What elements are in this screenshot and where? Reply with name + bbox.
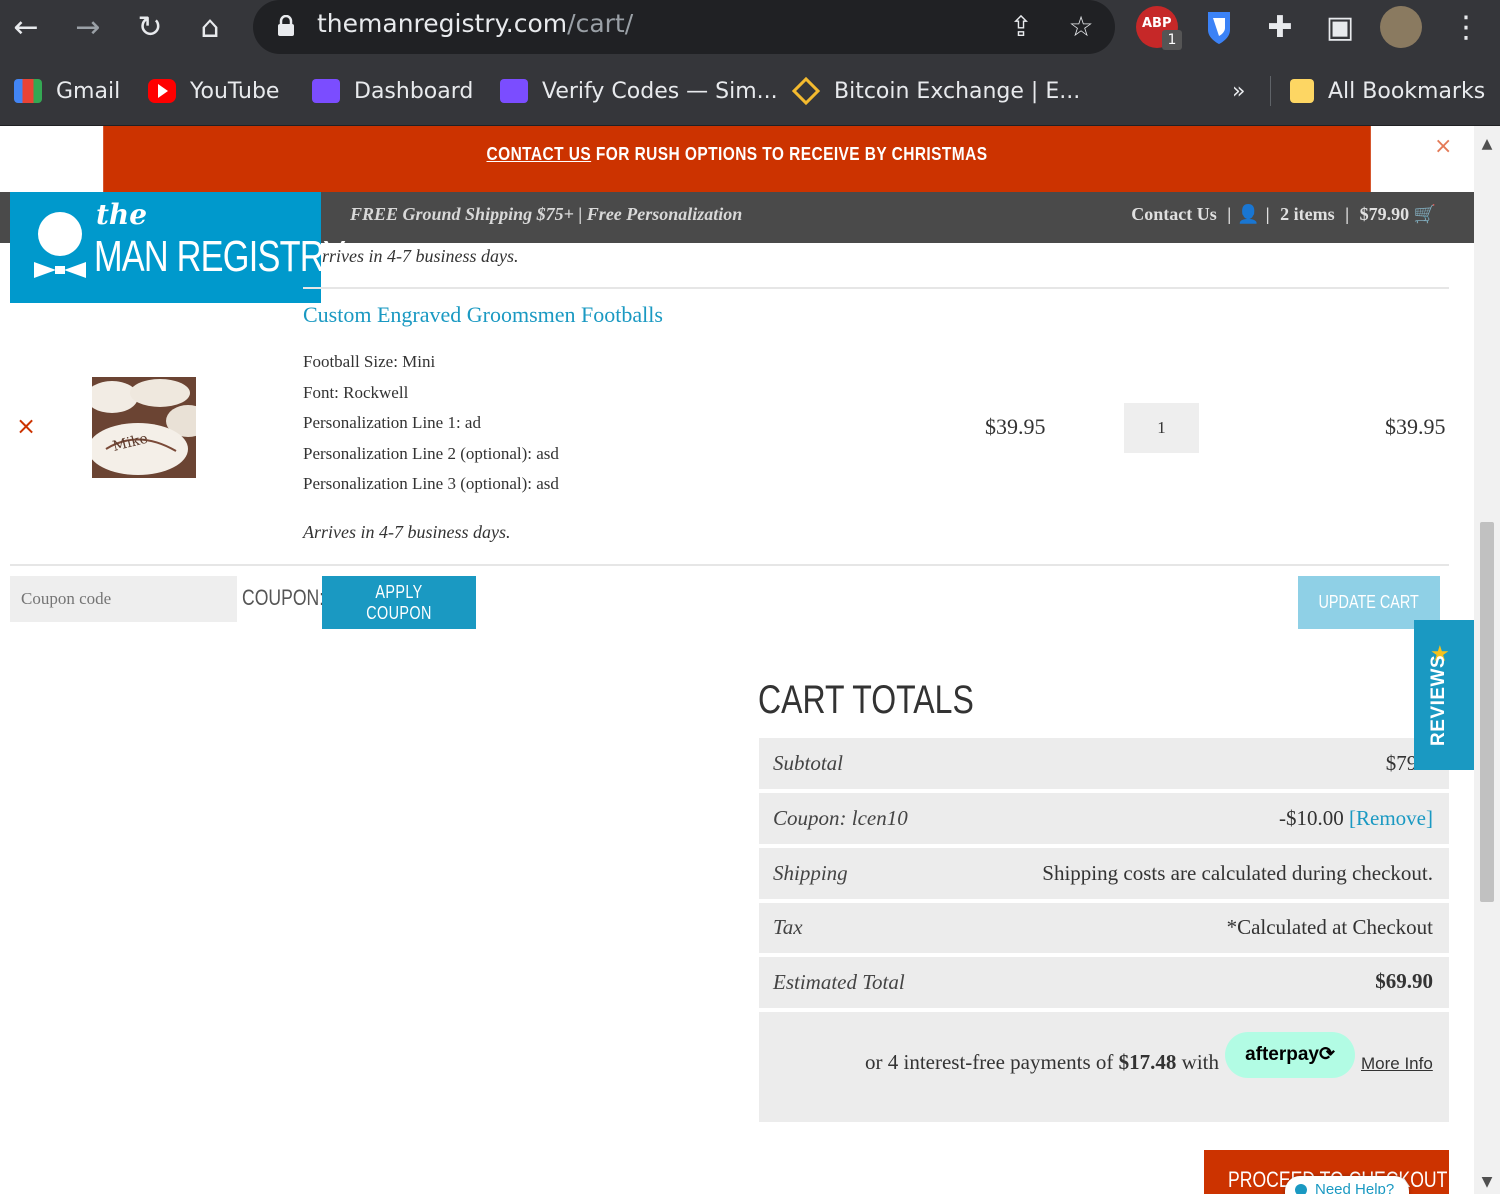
share-icon[interactable]: ⇪ xyxy=(1001,7,1041,47)
back-arrow-icon[interactable]: ← xyxy=(6,8,46,48)
side-panel-icon[interactable]: ▣ xyxy=(1320,8,1360,48)
logo-the: the xyxy=(96,198,148,231)
extensions-puzzle-icon[interactable]: ✚ xyxy=(1260,8,1300,48)
estimated-total-value: $69.90 xyxy=(1375,969,1433,993)
bookmark-youtube[interactable]: YouTube xyxy=(148,74,279,108)
bowtie-icon xyxy=(34,262,86,278)
coupon-label: COUPON: xyxy=(242,585,325,610)
verify-codes-icon xyxy=(500,79,528,103)
all-bookmarks[interactable]: All Bookmarks xyxy=(1290,74,1485,108)
estimated-total-label: Estimated Total xyxy=(773,970,905,994)
bookmarks-bar: Gmail YouTube Dashboard Verify Codes — S… xyxy=(0,56,1500,126)
shipping-label: Shipping xyxy=(773,861,848,885)
totals-row-shipping: Shipping Shipping costs are calculated d… xyxy=(759,848,1449,903)
reviews-side-tab[interactable]: ★ REVIEWS xyxy=(1414,620,1474,770)
browser-toolbar: ← → ↻ ⌂ themanregistry.com/cart/ ⇪ ☆ ABP… xyxy=(0,0,1500,56)
logo-name: MAN REGISTRY xyxy=(94,232,346,281)
home-icon[interactable]: ⌂ xyxy=(190,8,230,48)
afterpay-row: or 4 interest-free payments of $17.48 wi… xyxy=(759,1012,1449,1122)
product-name-link[interactable]: Custom Engraved Groomsmen Footballs xyxy=(303,302,663,328)
coupon-discount-value: -$10.00 xyxy=(1279,806,1344,830)
url-text[interactable]: themanregistry.com/cart/ xyxy=(317,9,633,38)
promo-close-icon[interactable]: × xyxy=(1434,134,1452,159)
remove-item-icon[interactable]: × xyxy=(16,412,36,440)
scrollbar-thumb[interactable] xyxy=(1480,522,1494,902)
item-divider-top xyxy=(303,287,1449,289)
bookmarks-divider xyxy=(1270,76,1271,106)
profile-avatar[interactable] xyxy=(1380,6,1422,48)
totals-row-estimated-total: Estimated Total $69.90 xyxy=(759,957,1449,1012)
scroll-down-arrow-icon[interactable]: ▼ xyxy=(1479,1174,1495,1190)
header-cart-items[interactable]: 2 items xyxy=(1280,204,1334,224)
web-page: CONTACT US FOR RUSH OPTIONS TO RECEIVE B… xyxy=(0,126,1474,1194)
gmail-icon xyxy=(14,79,42,103)
item-option-line-1: Personalization Line 1: ad xyxy=(303,413,481,432)
totals-row-coupon: Coupon: lcen10 -$10.00 [Remove] xyxy=(759,793,1449,848)
item-arrival-note: Arrives in 4-7 business days. xyxy=(303,522,511,542)
quantity-input[interactable] xyxy=(1124,403,1199,453)
totals-row-tax: Tax *Calculated at Checkout xyxy=(759,903,1449,957)
folder-icon xyxy=(1290,79,1314,103)
totals-row-subtotal: Subtotal $79.9 xyxy=(759,738,1449,793)
item-subtotal: $39.95 xyxy=(1385,414,1446,439)
site-logo[interactable]: the MAN REGISTRY xyxy=(10,192,346,309)
lock-icon[interactable] xyxy=(277,15,295,37)
need-help-chat-button[interactable]: Need Help? xyxy=(1285,1176,1409,1194)
coupon-applied-label: Coupon: lcen10 xyxy=(773,806,908,830)
bookmarks-overflow-chevron-icon[interactable]: » xyxy=(1232,74,1245,108)
bookmark-verify-codes[interactable]: Verify Codes — Sim... xyxy=(500,74,778,108)
item-divider-bottom xyxy=(10,564,1449,566)
item-option-line-2: Personalization Line 2 (optional): asd xyxy=(303,444,559,463)
tax-value: *Calculated at Checkout xyxy=(1226,915,1433,939)
bookmark-dashboard[interactable]: Dashboard xyxy=(312,74,473,108)
menu-kebab-icon[interactable]: ⋮ xyxy=(1446,8,1486,48)
reload-icon[interactable]: ↻ xyxy=(130,8,170,48)
header-contact-link[interactable]: Contact Us xyxy=(1131,204,1217,224)
item-option-font: Font: Rockwell xyxy=(303,383,409,402)
bookmark-gmail[interactable]: Gmail xyxy=(14,74,120,108)
item-option-size: Football Size: Mini xyxy=(303,352,436,371)
afterpay-logo: afterpay⟳ xyxy=(1225,1032,1355,1078)
youtube-icon xyxy=(148,79,176,103)
header-links: Contact Us | 👤 | 2 items | $79.90 🛒 xyxy=(1131,204,1436,224)
extension-badge: 1 xyxy=(1162,30,1182,50)
product-thumbnail[interactable]: Mike xyxy=(92,377,196,478)
afterpay-more-info-link[interactable]: More Info xyxy=(1361,1054,1433,1074)
item-option-line-3: Personalization Line 3 (optional): asd xyxy=(303,474,559,493)
coupon-code-input[interactable] xyxy=(10,576,237,622)
header-tagline: FREE Ground Shipping $75+ | Free Persona… xyxy=(350,204,743,224)
page-scrollbar[interactable]: ▲ ▼ xyxy=(1474,126,1500,1194)
remove-coupon-link[interactable]: [Remove] xyxy=(1349,806,1433,830)
cart-totals-title: CART TOTALS xyxy=(758,678,974,722)
logo-scallop-edge xyxy=(10,297,321,309)
chat-status-icon xyxy=(1295,1184,1307,1194)
address-bar[interactable]: themanregistry.com/cart/ ⇪ ☆ xyxy=(253,0,1115,54)
cart-icon[interactable]: 🛒 xyxy=(1414,204,1436,224)
logo-head-icon xyxy=(38,212,82,256)
afterpay-amount: $17.48 xyxy=(1118,1050,1177,1074)
bookmark-star-icon[interactable]: ☆ xyxy=(1061,7,1101,47)
tax-label: Tax xyxy=(773,915,803,939)
promo-banner: CONTACT US FOR RUSH OPTIONS TO RECEIVE B… xyxy=(103,126,1371,192)
bookmark-bitcoin-exchange[interactable]: Bitcoin Exchange | E... xyxy=(791,74,1080,108)
scroll-up-arrow-icon[interactable]: ▲ xyxy=(1479,136,1495,152)
adblock-extension-icon[interactable]: ABP 1 xyxy=(1136,6,1182,50)
promo-text: FOR RUSH OPTIONS TO RECEIVE BY CHRISTMAS xyxy=(591,144,988,164)
apply-coupon-button[interactable]: APPLY COUPON xyxy=(322,576,476,629)
header-cart-total[interactable]: $79.90 xyxy=(1360,204,1410,224)
forward-arrow-icon[interactable]: → xyxy=(68,8,108,48)
binance-icon xyxy=(791,76,821,106)
subtotal-label: Subtotal xyxy=(773,751,844,775)
shipping-value: Shipping costs are calculated during che… xyxy=(1042,861,1433,885)
item-unit-price: $39.95 xyxy=(985,414,1046,439)
user-icon[interactable]: 👤 xyxy=(1237,204,1259,224)
afterpay-message: or 4 interest-free payments of $17.48 wi… xyxy=(865,1050,1219,1074)
dashboard-icon xyxy=(312,79,340,103)
previous-item-arrival-note: rrives in 4-7 business days. xyxy=(322,246,519,266)
bitwarden-extension-icon[interactable] xyxy=(1200,6,1238,48)
contact-us-link[interactable]: CONTACT US xyxy=(486,144,591,164)
